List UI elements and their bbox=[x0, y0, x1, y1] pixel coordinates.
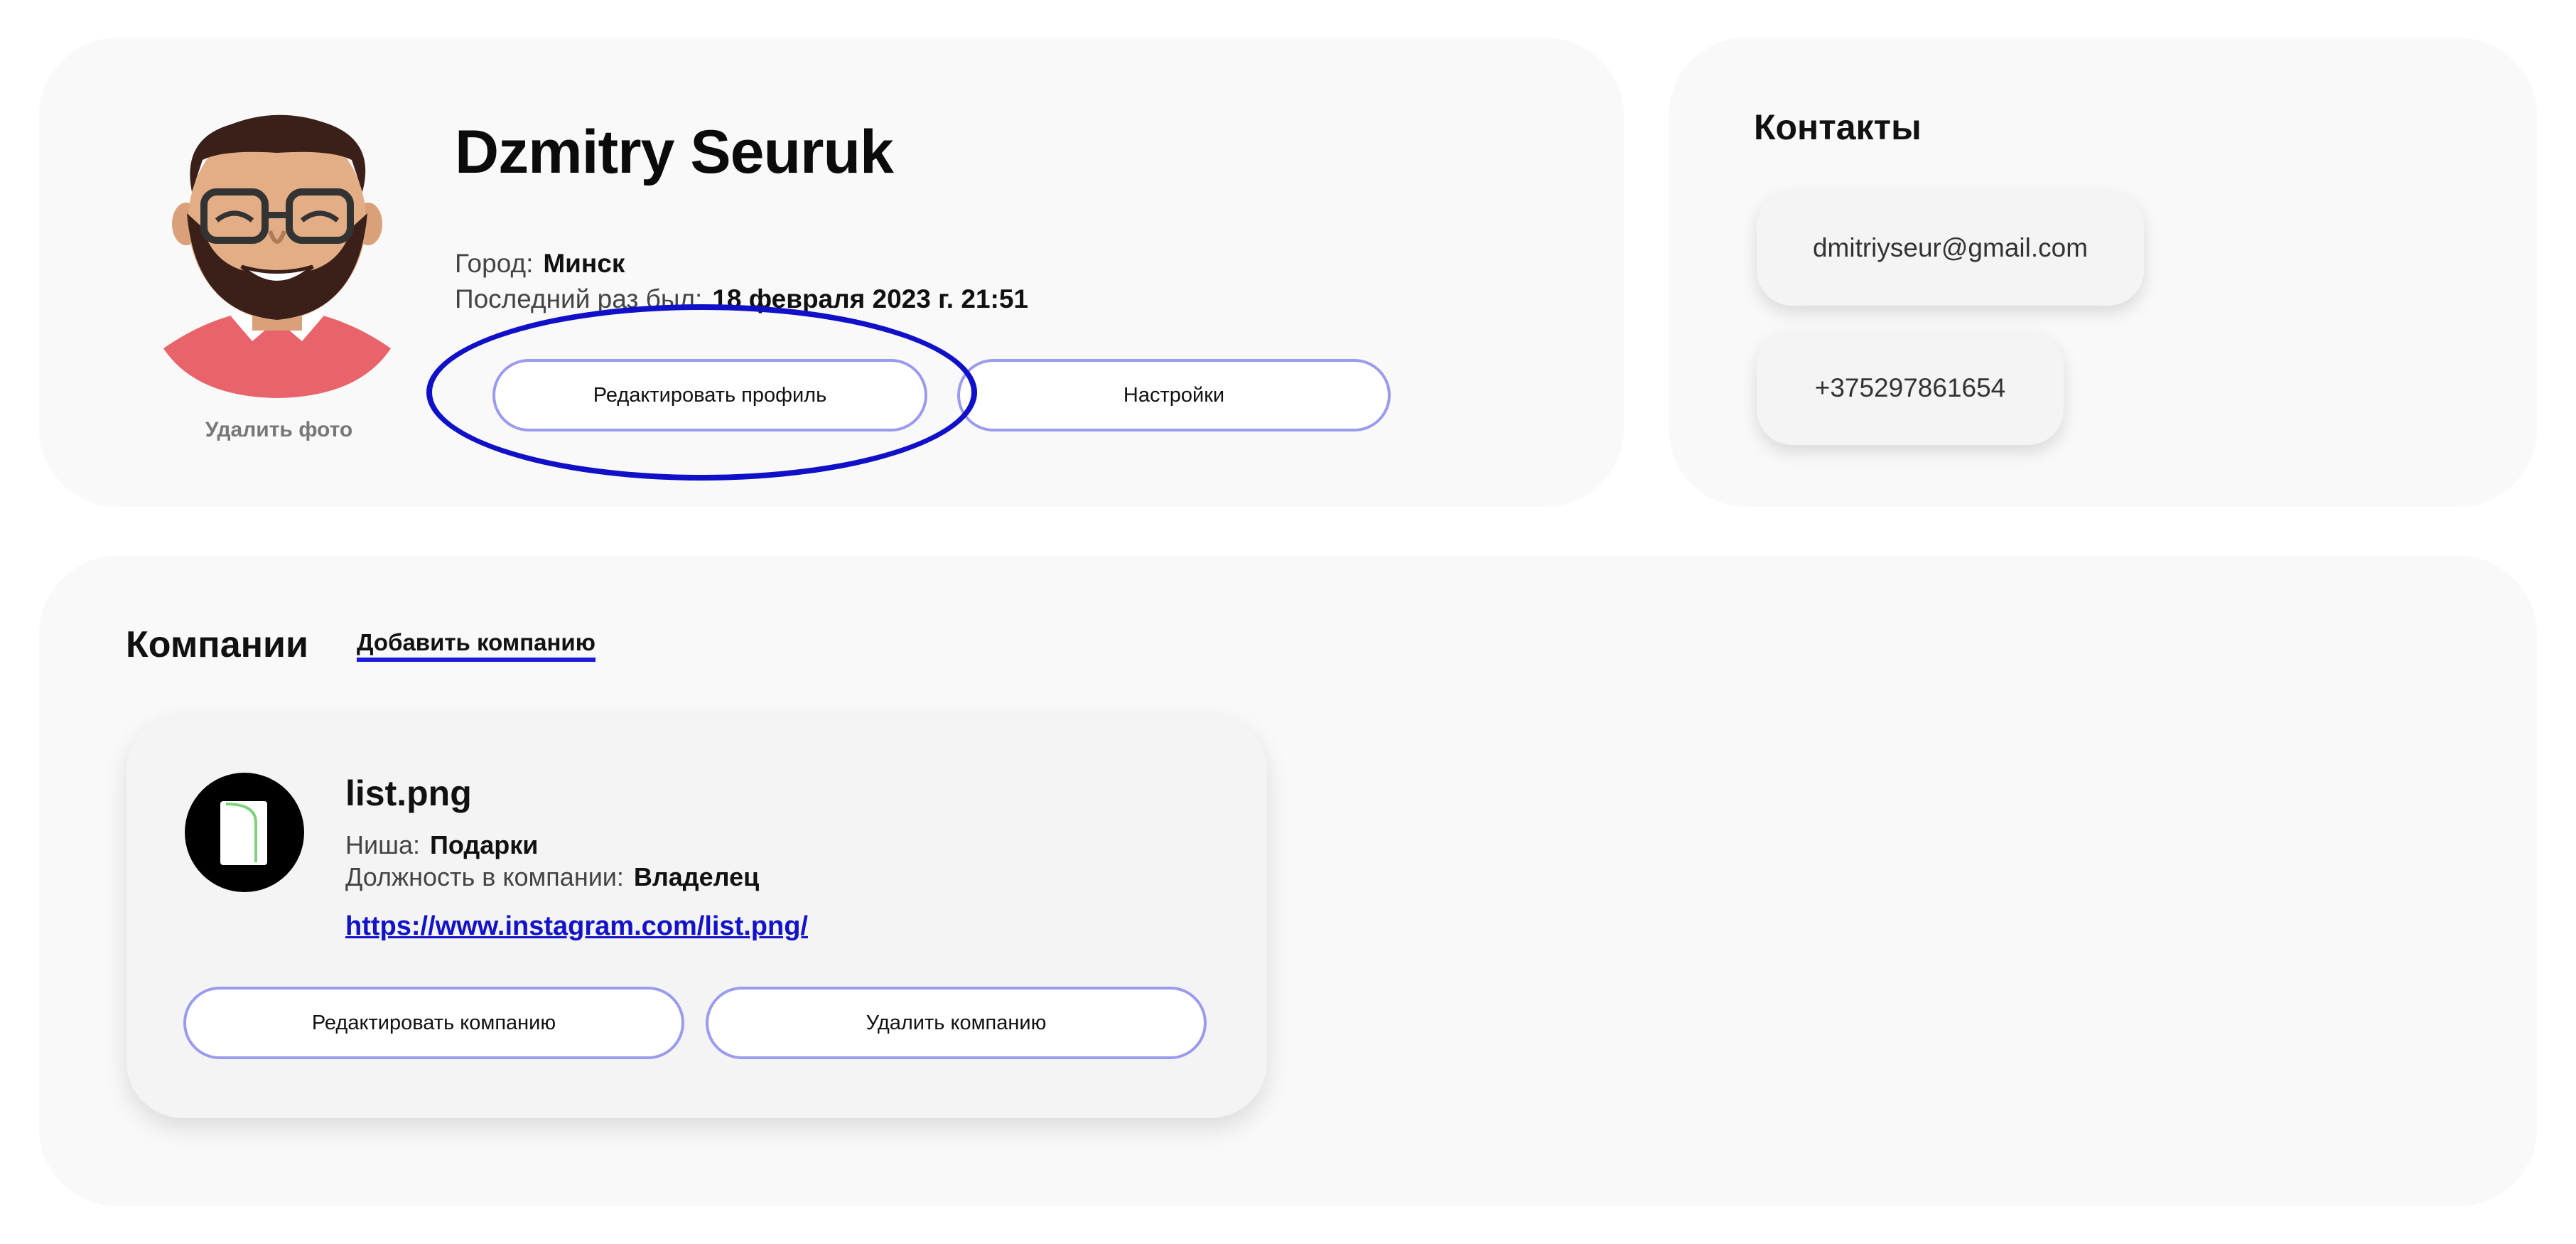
company-position-row: Должность в компании: Владелец bbox=[345, 862, 759, 892]
edit-profile-button[interactable]: Редактировать профиль bbox=[492, 359, 927, 431]
last-seen-label: Последний раз был: bbox=[455, 284, 703, 313]
phone-contact[interactable]: +375297861654 bbox=[1757, 331, 2064, 445]
delete-photo-button[interactable]: Удалить фото bbox=[156, 418, 402, 442]
add-company-link[interactable]: Добавить компанию bbox=[357, 629, 596, 662]
profile-name: Dzmitry Seuruk bbox=[455, 118, 894, 186]
city-label: Город: bbox=[455, 249, 534, 278]
city-row: Город: Минск bbox=[455, 249, 625, 279]
company-name: list.png bbox=[345, 773, 472, 813]
position-value: Владелец bbox=[633, 862, 760, 891]
companies-title: Компании bbox=[126, 624, 308, 665]
niche-label: Ниша: bbox=[345, 830, 421, 859]
last-seen-row: Последний раз был: 18 февраля 2023 г. 21:… bbox=[455, 284, 1028, 314]
settings-button[interactable]: Настройки bbox=[957, 359, 1391, 431]
city-value: Минск bbox=[543, 249, 625, 278]
niche-value: Подарки bbox=[430, 830, 539, 859]
company-instagram-link[interactable]: https://www.instagram.com/list.png/ bbox=[345, 911, 808, 942]
delete-company-button[interactable]: Удалить компанию bbox=[706, 987, 1207, 1059]
company-niche-row: Ниша: Подарки bbox=[345, 830, 538, 860]
document-icon bbox=[220, 801, 267, 865]
company-card: list.png Ниша: Подарки Должность в компан… bbox=[126, 714, 1267, 1118]
edit-company-button[interactable]: Редактировать компанию bbox=[183, 987, 684, 1059]
company-logo bbox=[185, 773, 304, 892]
avatar bbox=[146, 107, 409, 405]
email-contact[interactable]: dmitriyseur@gmail.com bbox=[1757, 191, 2144, 306]
contacts-title: Контакты bbox=[1754, 107, 1922, 147]
last-seen-value: 18 февраля 2023 г. 21:51 bbox=[712, 284, 1028, 313]
position-label: Должность в компании: bbox=[345, 862, 624, 891]
